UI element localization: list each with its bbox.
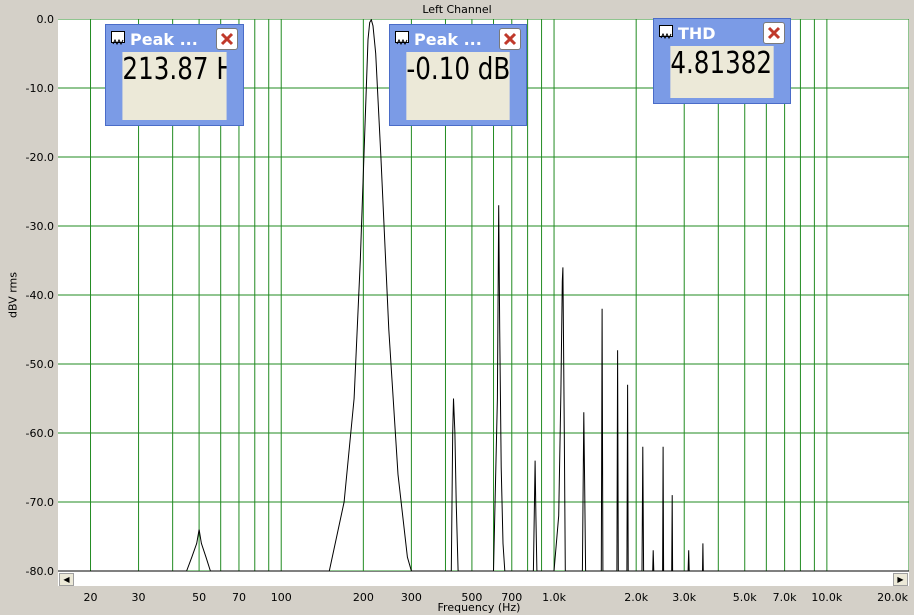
y-tick-label: -50.0 <box>26 358 54 371</box>
thd-meter[interactable]: THD 4.81382 % <box>653 18 791 104</box>
meter-title-bar[interactable]: Peak ... <box>390 25 526 51</box>
x-tick-label: 1.0k <box>542 591 566 604</box>
x-tick-label: 200 <box>353 591 374 604</box>
meter-title-bar[interactable]: Peak ... <box>106 25 243 51</box>
close-icon[interactable] <box>763 22 785 44</box>
x-tick-label: 20.0k <box>877 591 908 604</box>
y-tick-label: -80.0 <box>26 565 54 578</box>
arrow-left-icon[interactable]: ◀ <box>59 573 74 586</box>
x-tick-label: 2.0k <box>624 591 648 604</box>
x-tick-label: 300 <box>401 591 422 604</box>
y-tick-label: -20.0 <box>26 151 54 164</box>
y-tick-label: -60.0 <box>26 427 54 440</box>
meter-value: -0.10 dBV rms <box>406 52 510 120</box>
x-tick-label: 100 <box>271 591 292 604</box>
x-tick-label: 20 <box>84 591 98 604</box>
x-tick-label: 10.0k <box>811 591 842 604</box>
meter-value: 213.87 Hz <box>122 52 227 120</box>
x-tick-label: 3.0k <box>672 591 696 604</box>
waveform-icon <box>395 31 409 46</box>
waveform-icon <box>659 25 673 40</box>
x-tick-label: 7.0k <box>773 591 797 604</box>
close-icon[interactable] <box>216 28 238 50</box>
x-tick-label: 30 <box>132 591 146 604</box>
x-tick-label: 70 <box>232 591 246 604</box>
meter-title-bar[interactable]: THD <box>654 19 790 45</box>
y-tick-label: -10.0 <box>26 82 54 95</box>
y-tick-label: -30.0 <box>26 220 54 233</box>
meter-title: Peak ... <box>414 30 482 49</box>
x-tick-label: 5.0k <box>733 591 757 604</box>
meter-title: Peak ... <box>130 30 198 49</box>
y-tick-label: -70.0 <box>26 496 54 509</box>
meter-value: 4.81382 % <box>670 46 774 98</box>
horizontal-scrollbar[interactable]: ◀ ▶ <box>58 571 909 586</box>
arrow-right-icon[interactable]: ▶ <box>893 573 908 586</box>
chart-title: Left Channel <box>422 3 492 16</box>
waveform-icon <box>111 31 125 46</box>
y-axis-title: dBV rms <box>6 272 20 318</box>
peak-level-meter[interactable]: Peak ... -0.10 dBV rms <box>389 24 527 126</box>
meter-title: THD <box>678 24 716 43</box>
y-tick-label: -40.0 <box>26 289 54 302</box>
x-tick-label: 50 <box>192 591 206 604</box>
peak-frequency-meter[interactable]: Peak ... 213.87 Hz <box>105 24 244 126</box>
x-axis-title: Frequency (Hz) <box>437 601 521 614</box>
close-icon[interactable] <box>499 28 521 50</box>
